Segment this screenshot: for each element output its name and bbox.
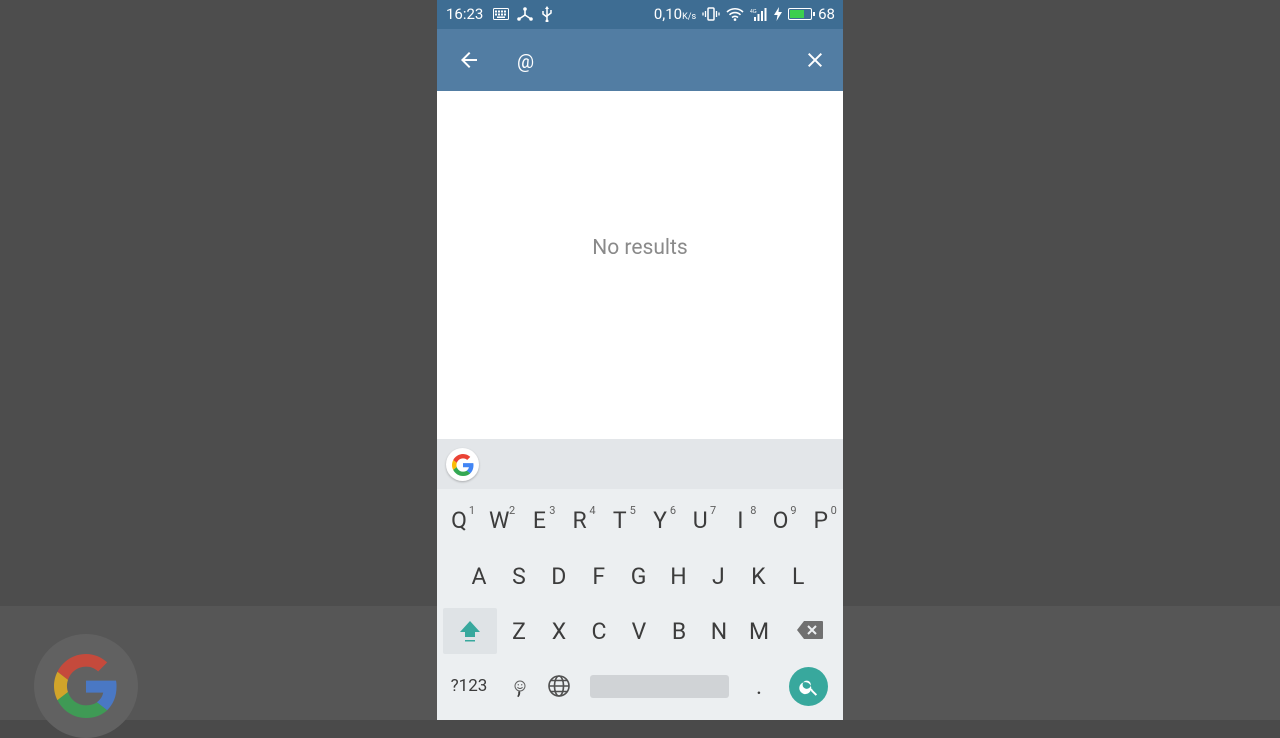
google-search-icon[interactable] bbox=[446, 448, 479, 481]
key-y[interactable]: Y6 bbox=[640, 495, 680, 545]
key-number-hint: 7 bbox=[710, 504, 717, 517]
vibrate-icon bbox=[702, 6, 720, 22]
charging-bolt-icon bbox=[774, 6, 783, 22]
search-results-area: No results bbox=[437, 91, 843, 439]
key-d[interactable]: D bbox=[539, 551, 579, 601]
key-p[interactable]: P0 bbox=[801, 495, 841, 545]
arrow-left-icon[interactable] bbox=[457, 48, 481, 72]
key-k[interactable]: K bbox=[738, 551, 778, 601]
key-z[interactable]: Z bbox=[499, 606, 539, 656]
key-f[interactable]: F bbox=[579, 551, 619, 601]
usb-icon bbox=[541, 6, 553, 22]
key-x[interactable]: X bbox=[539, 606, 579, 656]
key-i[interactable]: I8 bbox=[720, 495, 760, 545]
comma-emoji-key[interactable]: , bbox=[499, 661, 539, 711]
key-label: O bbox=[772, 506, 789, 534]
battery-level: 68 bbox=[818, 5, 835, 23]
cellular-signal-icon: 4G bbox=[750, 6, 768, 22]
close-icon[interactable] bbox=[803, 48, 827, 72]
globe-icon[interactable] bbox=[539, 661, 579, 711]
key-b[interactable]: B bbox=[659, 606, 699, 656]
wifi-icon bbox=[726, 6, 744, 22]
key-h[interactable]: H bbox=[659, 551, 699, 601]
key-label: Q bbox=[451, 506, 467, 534]
key-number-hint: 4 bbox=[589, 504, 596, 517]
key-a[interactable]: A bbox=[459, 551, 499, 601]
search-toolbar bbox=[437, 29, 843, 91]
key-label: Y bbox=[653, 506, 667, 534]
empty-results-message: No results bbox=[592, 236, 688, 260]
key-number-hint: 2 bbox=[509, 504, 516, 517]
key-label: R bbox=[572, 506, 587, 534]
key-t[interactable]: T5 bbox=[600, 495, 640, 545]
search-key-icon[interactable] bbox=[789, 667, 828, 706]
background-left bbox=[0, 0, 437, 738]
key-j[interactable]: J bbox=[698, 551, 738, 601]
key-o[interactable]: O9 bbox=[761, 495, 801, 545]
key-label: P bbox=[813, 506, 829, 534]
google-logo-icon bbox=[34, 634, 138, 738]
key-m[interactable]: M bbox=[739, 606, 779, 656]
key-q[interactable]: Q1 bbox=[439, 495, 479, 545]
on-screen-keyboard: Q1W2E3R4T5Y6U7I8O9P0 ASDFGHJKL ZXCVBNM ?… bbox=[437, 439, 843, 720]
phone-screen: 16:23 0,10K/s 4G 68 @ No results Q 1 W 2… bbox=[437, 0, 843, 720]
network-speed: 0,10K/s bbox=[654, 5, 696, 23]
svg-text:4G: 4G bbox=[750, 9, 757, 15]
key-r[interactable]: R4 bbox=[560, 495, 600, 545]
symbols-key[interactable]: ?123 bbox=[447, 661, 491, 711]
period-key[interactable]: . bbox=[739, 661, 779, 711]
shift-key[interactable] bbox=[443, 608, 497, 654]
key-label: E bbox=[532, 506, 546, 534]
search-input[interactable] bbox=[517, 47, 797, 75]
battery-fill bbox=[790, 10, 804, 18]
key-w[interactable]: W2 bbox=[479, 495, 519, 545]
status-left-icons bbox=[493, 6, 553, 22]
key-number-hint: 8 bbox=[750, 504, 757, 517]
key-e[interactable]: E3 bbox=[519, 495, 559, 545]
key-label: T bbox=[612, 506, 627, 534]
backspace-key[interactable] bbox=[785, 605, 835, 655]
background-right bbox=[843, 0, 1280, 720]
battery-icon bbox=[788, 8, 816, 20]
key-number-hint: 6 bbox=[669, 504, 676, 517]
status-right-icons: 0,10K/s 4G 68 bbox=[654, 5, 835, 23]
status-time: 16:23 bbox=[446, 5, 484, 23]
key-label: I bbox=[737, 506, 744, 534]
key-n[interactable]: N bbox=[699, 606, 739, 656]
key-l[interactable]: L bbox=[778, 551, 818, 601]
network-speed-unit: K/s bbox=[682, 12, 697, 22]
keyboard-icon bbox=[493, 6, 509, 22]
key-number-hint: 5 bbox=[629, 504, 636, 517]
background-right-bottom bbox=[843, 606, 1280, 720]
key-v[interactable]: V bbox=[619, 606, 659, 656]
key-s[interactable]: S bbox=[499, 551, 539, 601]
key-u[interactable]: U7 bbox=[680, 495, 720, 545]
key-c[interactable]: C bbox=[579, 606, 619, 656]
space-bar[interactable] bbox=[590, 675, 729, 698]
comma-label: , bbox=[516, 675, 522, 700]
key-label: W bbox=[488, 506, 510, 534]
key-g[interactable]: G bbox=[619, 551, 659, 601]
suggestion-strip bbox=[437, 439, 843, 489]
share-network-icon bbox=[517, 6, 533, 22]
key-number-hint: 3 bbox=[549, 504, 556, 517]
key-number-hint: 1 bbox=[468, 504, 475, 517]
network-speed-value: 0,10 bbox=[653, 5, 683, 23]
status-bar: 16:23 0,10K/s 4G 68 bbox=[437, 0, 843, 29]
key-label: U bbox=[692, 506, 708, 534]
key-number-hint: 0 bbox=[830, 504, 837, 517]
key-number-hint: 9 bbox=[790, 504, 797, 517]
